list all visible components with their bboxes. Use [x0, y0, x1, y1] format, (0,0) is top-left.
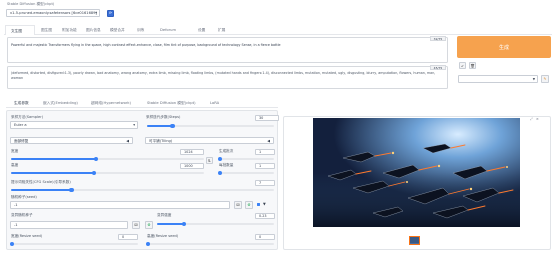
tab-train[interactable]: 训练	[137, 28, 144, 33]
extra-seed-toggle[interactable]: ▼	[263, 202, 266, 207]
prompt-textarea[interactable]: Powerful and majestic Transformers flyin…	[7, 37, 448, 63]
thumbnail-art	[410, 243, 419, 244]
steps-slider-thumb[interactable]	[170, 123, 175, 128]
sub-tab-lora[interactable]: LoRA	[210, 101, 219, 105]
gallery-thumbnail[interactable]	[409, 236, 420, 245]
read-params-icon[interactable]: ↙	[459, 62, 466, 69]
var-seed-label: 变异随机种子	[11, 213, 33, 217]
resize-h-input[interactable]: 0	[255, 234, 275, 240]
model-label: Stable Diffusion 模型(ckpt)	[7, 2, 55, 6]
batch-size-label: 每批数量	[219, 163, 234, 167]
resize-w-input[interactable]: 0	[118, 234, 138, 240]
dice-icon[interactable]: ⚄	[234, 201, 242, 209]
chevron-down-icon: ▾	[95, 11, 97, 15]
var-seed-value: -1	[14, 223, 18, 227]
hires-fix-label: 可平铺(Tiling)	[149, 139, 173, 143]
tab-deforum[interactable]: Deforum	[160, 28, 176, 32]
var-strength-label: 变异强度	[157, 213, 172, 217]
prompt-text: Powerful and majestic Transformers flyin…	[11, 43, 281, 47]
hires-fix-chip[interactable]: 可平铺(Tiling) ◀	[145, 137, 274, 144]
var-dice-icon[interactable]: ⚄	[132, 221, 140, 229]
generated-image-art	[313, 118, 520, 227]
caret-left-icon: ◀	[267, 138, 270, 143]
width-slider[interactable]	[11, 156, 204, 161]
sub-tab-checkpoint[interactable]: Stable Diffusion 模型(ckpt)	[147, 101, 196, 106]
tab-extras[interactable]: 附加功能	[62, 28, 77, 33]
prompt-token-count: 32/75	[430, 36, 446, 41]
batch-count-label: 生成批次	[219, 149, 234, 153]
var-strength-slider[interactable]	[157, 221, 274, 226]
steps-label: 采样迭代步数(Steps)	[146, 115, 181, 119]
sub-tab-bar	[6, 107, 278, 108]
var-strength-input[interactable]: 0.23	[255, 213, 275, 219]
height-label: 高度	[11, 163, 19, 167]
tab-png-info[interactable]: 图片信息	[86, 28, 101, 33]
batch-count-slider[interactable]	[218, 156, 274, 161]
seed-input[interactable]: -1	[10, 201, 230, 209]
generated-image[interactable]	[313, 118, 520, 227]
width-label: 宽度	[11, 149, 19, 153]
cfg-label: 提示词相关性(CFG Scale)(引导系数)	[11, 180, 71, 184]
caret-left-icon: ◀	[126, 138, 129, 143]
negative-prompt-textarea[interactable]: (deformed, distorted, disfigured:1.3), p…	[7, 66, 448, 89]
batch-size-input[interactable]: 1	[255, 163, 275, 169]
var-recycle-icon[interactable]: ♻	[145, 221, 153, 229]
steps-input[interactable]: 30	[255, 115, 279, 121]
extra-seed-checkbox[interactable]	[257, 203, 261, 207]
height-slider-fill	[11, 172, 94, 174]
batch-size-slider[interactable]	[218, 170, 274, 175]
sub-tab-generation[interactable]: 生成参数	[14, 101, 29, 106]
seed-value: -1	[14, 203, 18, 207]
resize-w-slider[interactable]	[10, 241, 138, 246]
width-input[interactable]: 1024	[180, 149, 204, 155]
seed-label: 随机种子(seed)	[11, 195, 37, 199]
tab-label: 文生图	[11, 29, 23, 33]
steps-slider-fill	[147, 125, 173, 127]
sampler-select[interactable]: Euler a ▾	[10, 121, 138, 129]
width-slider-fill	[11, 158, 96, 160]
resize-h-label: 高度(Resize seed)	[147, 234, 179, 238]
tab-extensions[interactable]: 扩展	[218, 28, 225, 33]
model-select[interactable]: v1-5-pruned-emaonly.safetensors [6ce0161…	[6, 9, 100, 17]
cfg-slider-thumb[interactable]	[69, 187, 74, 192]
chevron-down-icon: ▾	[133, 123, 135, 127]
sub-tab-embedding[interactable]: 嵌入式(Embedding)	[43, 101, 78, 106]
tab-txt2img[interactable]: 文生图	[5, 25, 35, 35]
tab-settings[interactable]: 设置	[198, 28, 205, 33]
model-select-value: v1-5-pruned-emaonly.safetensors [6ce0161…	[10, 11, 97, 15]
negative-token-count: 45/75	[430, 65, 446, 70]
cfg-slider[interactable]	[11, 187, 274, 192]
face-restore-chip[interactable]: 面部修复 ◀	[10, 137, 133, 144]
swap-dimensions-icon[interactable]: ⇅	[206, 157, 213, 164]
refresh-icon[interactable]: ⟳	[107, 9, 114, 17]
sampler-label: 采样方法(Sampler)	[11, 115, 44, 119]
negative-prompt-text: (deformed, distorted, disfigured:1.3), p…	[11, 71, 436, 80]
generate-button-label: 生成	[498, 44, 509, 51]
height-slider[interactable]	[11, 170, 204, 175]
steps-slider[interactable]	[147, 123, 274, 128]
chevron-down-icon: ▼	[532, 77, 535, 81]
recycle-icon[interactable]: ♻	[245, 201, 253, 209]
gallery-toolbar: ⤢ ×	[530, 117, 539, 122]
cfg-slider-fill	[11, 189, 72, 191]
batch-count-input[interactable]: 1	[255, 149, 275, 155]
tab-img2img[interactable]: 图生图	[41, 28, 52, 33]
cfg-input[interactable]: 7	[255, 180, 275, 186]
face-restore-label: 面部修复	[14, 139, 29, 143]
height-input[interactable]: 1000	[180, 163, 204, 169]
close-icon[interactable]: ×	[536, 117, 539, 121]
trash-icon[interactable]: 🗑	[469, 62, 476, 69]
var-seed-input[interactable]: -1	[10, 221, 128, 229]
width-slider-thumb[interactable]	[93, 156, 99, 161]
pencil-icon[interactable]: ✎	[541, 75, 549, 83]
sampler-value: Euler a	[14, 123, 27, 127]
var-strength-slider-fill	[157, 223, 184, 225]
fullscreen-icon[interactable]: ⤢	[530, 117, 533, 121]
resize-w-label: 宽度(Resize seed)	[11, 234, 43, 238]
sub-tab-hypernetwork[interactable]: 超网络(Hypernetwork)	[91, 101, 131, 106]
resize-h-slider[interactable]	[146, 241, 274, 246]
tab-merge[interactable]: 模型合并	[110, 28, 125, 33]
generate-button[interactable]: 生成	[457, 36, 551, 58]
style-select[interactable]: ▼	[458, 75, 538, 83]
